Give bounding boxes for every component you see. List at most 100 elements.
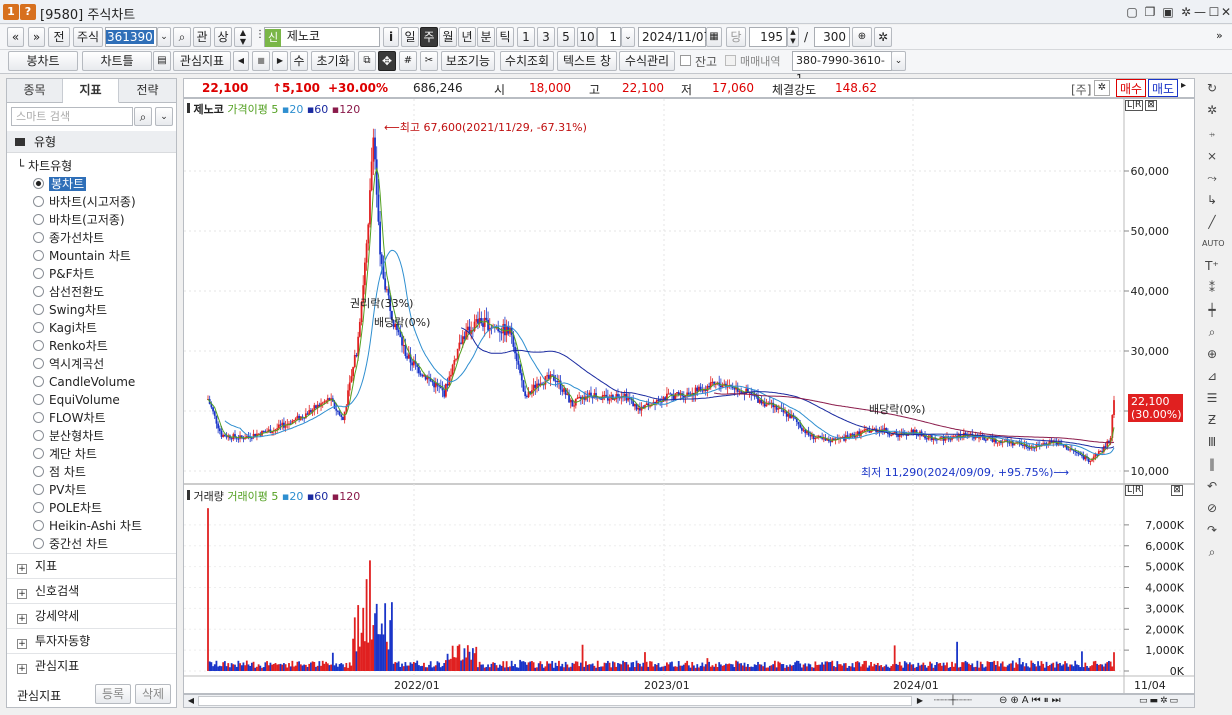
collapse-arrow-icon[interactable]: ▸ — [1181, 80, 1186, 91]
candle-tool-icon[interactable]: ┿ — [1202, 300, 1222, 320]
group-2[interactable]: + 강세약세 — [7, 603, 176, 628]
period-tab-2[interactable]: 월 — [439, 27, 457, 47]
date-input[interactable]: 2024/11/07 — [638, 27, 711, 47]
market-select[interactable]: 주식 — [73, 27, 103, 47]
scroll-thumb[interactable] — [198, 696, 912, 706]
section-type[interactable]: 유형 — [7, 131, 176, 153]
refresh-icon[interactable]: ↻ — [1202, 78, 1222, 98]
radio-icon[interactable] — [33, 322, 44, 333]
watch-indicator-button[interactable]: 관심지표 — [173, 51, 231, 71]
count-input[interactable]: 195 — [749, 27, 787, 47]
copy-window-icon[interactable]: ❐ — [1142, 3, 1158, 21]
radio-icon[interactable] — [33, 304, 44, 315]
interval-dropdown-icon[interactable]: ⌄ — [621, 27, 635, 47]
vol-pane-close-icon[interactable]: ⊠ — [1171, 485, 1183, 496]
balance-checkbox[interactable] — [680, 55, 691, 66]
stock-name-field[interactable]: 신 제노코 — [264, 27, 380, 47]
calendar-icon[interactable]: ▦ — [706, 27, 722, 47]
total-input[interactable]: 300 — [814, 27, 850, 47]
radio-icon[interactable] — [33, 250, 44, 261]
tile-icon[interactable]: ▢ — [1124, 3, 1140, 21]
radio-icon[interactable] — [33, 178, 44, 189]
chart-type-option-15[interactable]: 계단 차트 — [33, 445, 97, 463]
scroll-left-icon[interactable]: ◀ — [185, 695, 197, 707]
group-0[interactable]: + 지표 — [7, 553, 176, 578]
line-tool-icon[interactable]: ╱ — [1202, 212, 1222, 232]
view-controls[interactable]: ▭▬✲▭ — [1139, 695, 1180, 707]
nav-prev-button[interactable]: « — [7, 27, 24, 47]
radio-icon[interactable] — [33, 484, 44, 495]
radio-icon[interactable] — [33, 448, 44, 459]
scissors-icon[interactable]: ✂ — [420, 51, 438, 71]
zoom-slider[interactable]: ┈┈┈┼┈┈┈ — [934, 695, 994, 707]
zoom-plus-icon[interactable]: ⊕ — [1202, 344, 1222, 364]
bar-tool-icon[interactable]: ☰ — [1202, 388, 1222, 408]
arrow-tool-icon[interactable]: ↳ — [1202, 190, 1222, 210]
radio-icon[interactable] — [33, 412, 44, 423]
expand-plus-icon[interactable]: + — [17, 564, 27, 574]
left-arrow-icon[interactable]: ◀ — [233, 51, 249, 71]
pane-close-icon[interactable]: ⊠ — [1145, 100, 1157, 111]
group-4[interactable]: + 관심지표 — [7, 653, 176, 678]
radio-icon[interactable] — [33, 340, 44, 351]
chart-type-option-8[interactable]: Kagi차트 — [33, 319, 97, 337]
nav-up-button[interactable]: » — [28, 27, 45, 47]
scroll-right-icon[interactable]: ▶ — [914, 695, 926, 707]
radio-icon[interactable] — [33, 376, 44, 387]
radio-icon[interactable] — [33, 214, 44, 225]
settings-icon[interactable]: ✲ — [1094, 80, 1110, 96]
account-select[interactable]: 380-7990-3610-1 — [792, 51, 892, 85]
chart-type-option-2[interactable]: 바차트(고저종) — [33, 211, 125, 229]
chart-type-option-14[interactable]: 분산형차트 — [33, 427, 104, 445]
all-tool-icon[interactable]: ⁑ — [1202, 278, 1222, 298]
prev-button[interactable]: 전 — [48, 27, 70, 47]
chart-type-option-4[interactable]: Mountain 차트 — [33, 247, 131, 265]
sell-button[interactable]: 매도 — [1148, 79, 1179, 97]
period-tab-1[interactable]: 주 — [420, 27, 438, 47]
gear-icon[interactable]: ✲ — [1202, 100, 1222, 120]
radio-icon[interactable] — [33, 286, 44, 297]
magnifier-icon[interactable]: ⌕ — [1202, 542, 1222, 562]
save-icon[interactable]: ▤ — [153, 51, 171, 71]
fib-icon[interactable]: ⊿ — [1202, 366, 1222, 386]
chart-type-node[interactable]: └ 차트유형 — [17, 157, 72, 174]
chart-svg[interactable]: 60,00050,00040,00030,00020,00010,000 7,0… — [184, 99, 1194, 693]
close-button[interactable]: ✕ — [1218, 3, 1232, 21]
right-arrow-icon[interactable]: ▶ — [272, 51, 288, 71]
chart-scrollbar[interactable]: ◀ ▶ ┈┈┈┼┈┈┈ ⊖⊕A⏮⏸⏭ ▭▬✲▭ — [183, 694, 1195, 708]
su-button[interactable]: 수 — [290, 51, 308, 71]
chart-type-option-12[interactable]: EquiVolume — [33, 391, 120, 409]
current-button[interactable]: 당 — [726, 27, 746, 47]
chart-type-option-11[interactable]: CandleVolume — [33, 373, 135, 391]
settings-icon[interactable]: ✲ — [874, 27, 892, 47]
expand-icon[interactable]: » — [1216, 29, 1223, 42]
analysis-icon[interactable]: ⍆ — [1202, 124, 1222, 144]
chart-type-option-6[interactable]: 삼선전환도 — [33, 283, 104, 301]
search-icon[interactable]: ⌕ — [134, 107, 152, 126]
reset-button[interactable]: 초기화 — [311, 51, 355, 71]
help-icon[interactable]: ? — [20, 4, 36, 20]
count-spin-icon[interactable]: ▲ ▼ — [787, 27, 799, 47]
undo-icon[interactable]: ↶ — [1202, 476, 1222, 496]
chart-type-option-9[interactable]: Renko차트 — [33, 337, 108, 355]
formula-button[interactable]: 수식관리 — [619, 51, 675, 71]
erase-icon[interactable]: ⊘ — [1202, 498, 1222, 518]
collapse-icon[interactable]: ⌄ — [155, 107, 173, 126]
period-icon[interactable]: ‖ — [1202, 454, 1222, 474]
multiplier-button-2[interactable]: 5 — [557, 27, 575, 47]
window-icon[interactable]: ⧉ — [358, 51, 376, 71]
interval-input[interactable]: 1 — [597, 27, 621, 47]
camera-icon[interactable]: ▣ — [1160, 3, 1176, 21]
group-1[interactable]: + 신호검색 — [7, 578, 176, 603]
cross-line-icon[interactable]: ⨯ — [1202, 146, 1222, 166]
zoom-in-icon[interactable]: ⊕ — [852, 27, 872, 47]
radio-icon[interactable] — [33, 430, 44, 441]
move-cross-icon[interactable]: ✥ — [378, 51, 396, 71]
search-icon[interactable]: ⌕ — [173, 27, 191, 47]
chart-frame-button[interactable]: 차트틀 — [82, 51, 152, 71]
register-button[interactable]: 등록 — [95, 684, 131, 704]
delete-button[interactable]: 삭제 — [135, 684, 171, 704]
period-tab-4[interactable]: 분 — [477, 27, 495, 47]
channel-icon[interactable]: Ƶ — [1202, 410, 1222, 430]
radio-icon[interactable] — [33, 358, 44, 369]
